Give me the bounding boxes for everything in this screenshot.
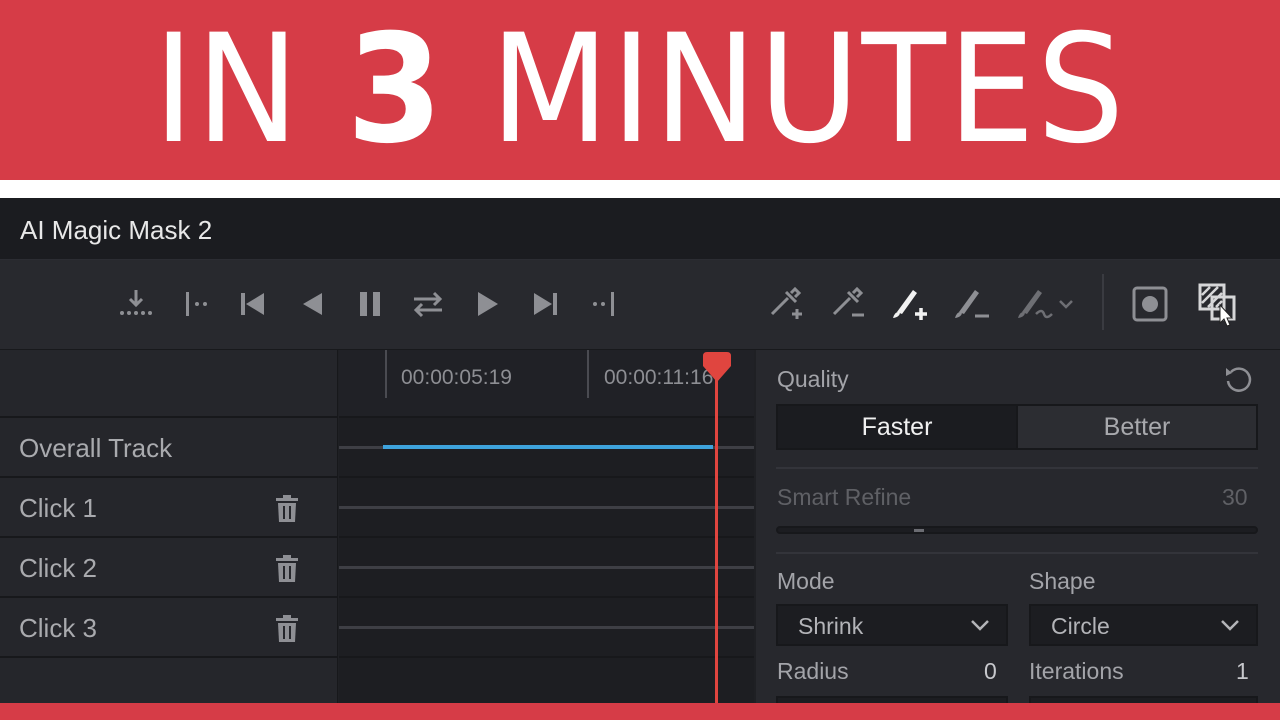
lane-line [339,626,754,629]
brush-add-icon[interactable] [886,282,930,326]
tracked-range-bar [383,445,713,449]
smart-refine-label: Smart Refine [777,484,912,510]
trash-icon[interactable] [275,495,299,523]
eyedropper-add-icon[interactable] [762,282,806,326]
quality-segmented-control[interactable]: Faster Better [776,404,1258,450]
play-reverse-icon[interactable] [290,282,334,326]
skip-to-end-icon[interactable] [524,282,568,326]
playhead-handle[interactable] [701,352,733,382]
timecode-label: 00:00:05:19 [401,366,512,389]
mask-overlay-icon[interactable] [1128,282,1172,326]
timecode-label: 00:00:11:16 [604,366,714,389]
track-reverse-frame-icon[interactable] [174,282,218,326]
ruler-tick [587,350,589,398]
reset-icon[interactable] [1224,364,1254,394]
track-label: Click 1 [19,493,98,523]
smart-refine-slider[interactable] [776,526,1258,534]
lane-click-1 [339,478,754,538]
track-timeline[interactable]: 00:00:05:19 00:00:11:16 [339,350,754,720]
toolbar-divider [1102,274,1104,330]
radius-label: Radius [777,658,849,684]
panel-titlebar: AI Magic Mask 2 [0,198,1280,260]
track-row-click-1[interactable]: Click 1 [0,478,338,538]
track-row-click-3[interactable]: Click 3 [0,598,338,658]
chevron-down-icon [971,620,989,631]
trash-icon[interactable] [275,555,299,583]
separator [0,180,1280,198]
track-forward-frame-icon[interactable] [582,282,626,326]
radius-value[interactable]: 0 [984,658,997,685]
lane-click-2 [339,538,754,598]
mode-dropdown[interactable]: Shrink [776,604,1008,646]
track-row-overall[interactable]: Overall Track [0,418,338,478]
banner-prefix: IN [153,3,347,177]
panel-title: AI Magic Mask 2 [20,215,213,245]
lane-line [339,506,754,509]
play-forward-icon[interactable] [465,282,509,326]
mode-value: Shrink [798,613,864,639]
mask-view-toggle-icon[interactable] [1196,282,1240,327]
smart-refine-value[interactable]: 30 [1222,484,1248,511]
chevron-down-icon [1221,620,1239,631]
eyedropper-remove-icon[interactable] [824,282,868,326]
lane-click-3 [339,598,754,658]
quality-better-button[interactable]: Better [1018,406,1256,448]
bottom-accent-bar [0,703,1280,720]
ruler-tick [385,350,387,398]
timecode-ruler[interactable]: 00:00:05:19 00:00:11:16 [339,350,754,418]
trash-icon[interactable] [275,615,299,643]
shape-label: Shape [1029,568,1096,594]
section-divider [776,552,1258,554]
banner-headline: IN 3 MINUTES [154,15,1127,165]
lane-line [339,566,754,569]
slider-thumb[interactable] [914,529,924,532]
brush-remove-icon[interactable] [948,282,992,326]
brush-menu-icon[interactable] [1014,282,1082,326]
tracking-toolbar [0,260,1280,350]
mode-label: Mode [777,568,835,594]
magic-mask-panel: AI Magic Mask 2 Overall Track Click 1 Cl… [0,198,1280,720]
track-list-header [0,350,338,418]
track-list: Overall Track Click 1 Click 2 Click 3 [0,350,338,720]
pause-icon[interactable] [348,282,392,326]
banner-number: 3 [346,3,445,177]
download-dots-icon[interactable] [114,282,158,326]
track-label: Click 3 [19,613,98,643]
iterations-label: Iterations [1029,658,1124,684]
track-row-click-2[interactable]: Click 2 [0,538,338,598]
section-divider [776,467,1258,469]
skip-to-start-icon[interactable] [230,282,274,326]
shape-value: Circle [1051,613,1110,639]
track-label: Click 2 [19,553,98,583]
track-label: Overall Track [19,433,173,463]
shape-dropdown[interactable]: Circle [1029,604,1258,646]
banner-suffix: MINUTES [444,3,1127,177]
mask-inspector: Quality Faster Better Smart Refine 30 Mo… [756,350,1280,720]
quality-faster-button[interactable]: Faster [778,406,1018,448]
title-banner: IN 3 MINUTES [0,0,1280,180]
quality-label: Quality [777,366,849,392]
playhead-line[interactable] [715,362,718,720]
lane-overall [339,418,754,478]
iterations-value[interactable]: 1 [1236,658,1249,685]
bidirectional-track-icon[interactable] [406,282,450,326]
